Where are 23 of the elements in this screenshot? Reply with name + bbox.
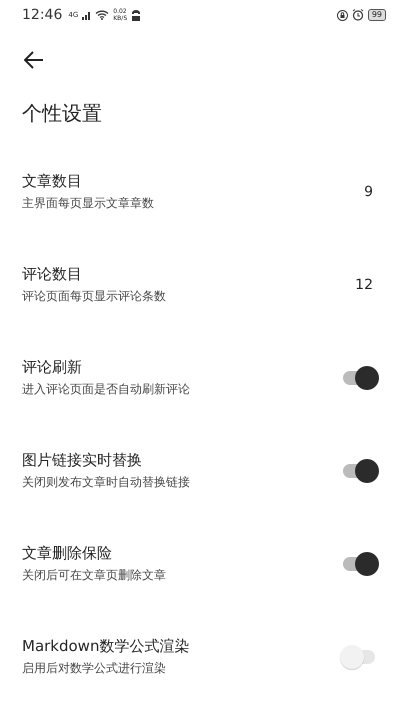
setting-description: 进入评论页面是否自动刷新评论 bbox=[22, 380, 191, 398]
setting-description: 主界面每页显示文章章数 bbox=[22, 194, 155, 212]
page-title: 个性设置 bbox=[21, 100, 103, 127]
setting-title: 文章数目 bbox=[22, 172, 83, 190]
setting-value[interactable]: 9 bbox=[364, 184, 373, 200]
status-time: 12:46 bbox=[22, 7, 62, 23]
setting-title: 图片链接实时替换 bbox=[22, 450, 143, 470]
setting-title: 评论刷新 bbox=[22, 358, 83, 376]
signal-icon bbox=[82, 10, 92, 20]
battery-indicator: 99 bbox=[368, 9, 386, 21]
setting-description: 评论页面每页显示评论条数 bbox=[22, 288, 167, 304]
setting-title: Markdown数学公式渲染 bbox=[22, 636, 190, 656]
setting-title: 文章删除保险 bbox=[22, 544, 113, 562]
wifi-icon bbox=[95, 10, 110, 20]
setting-value[interactable]: 12 bbox=[355, 276, 373, 292]
alarm-icon bbox=[352, 9, 364, 21]
back-arrow-icon[interactable] bbox=[24, 51, 44, 69]
setting-description: 关闭后可在文章页删除文章 bbox=[22, 566, 167, 584]
setting-description: 关闭则发布文章时自动替换链接 bbox=[22, 474, 191, 490]
setting-description: 启用后对数学公式进行渲染 bbox=[22, 660, 167, 676]
hd-call-icon bbox=[131, 9, 142, 21]
setting-title: 评论数目 bbox=[22, 264, 83, 284]
lock-icon bbox=[336, 10, 348, 20]
